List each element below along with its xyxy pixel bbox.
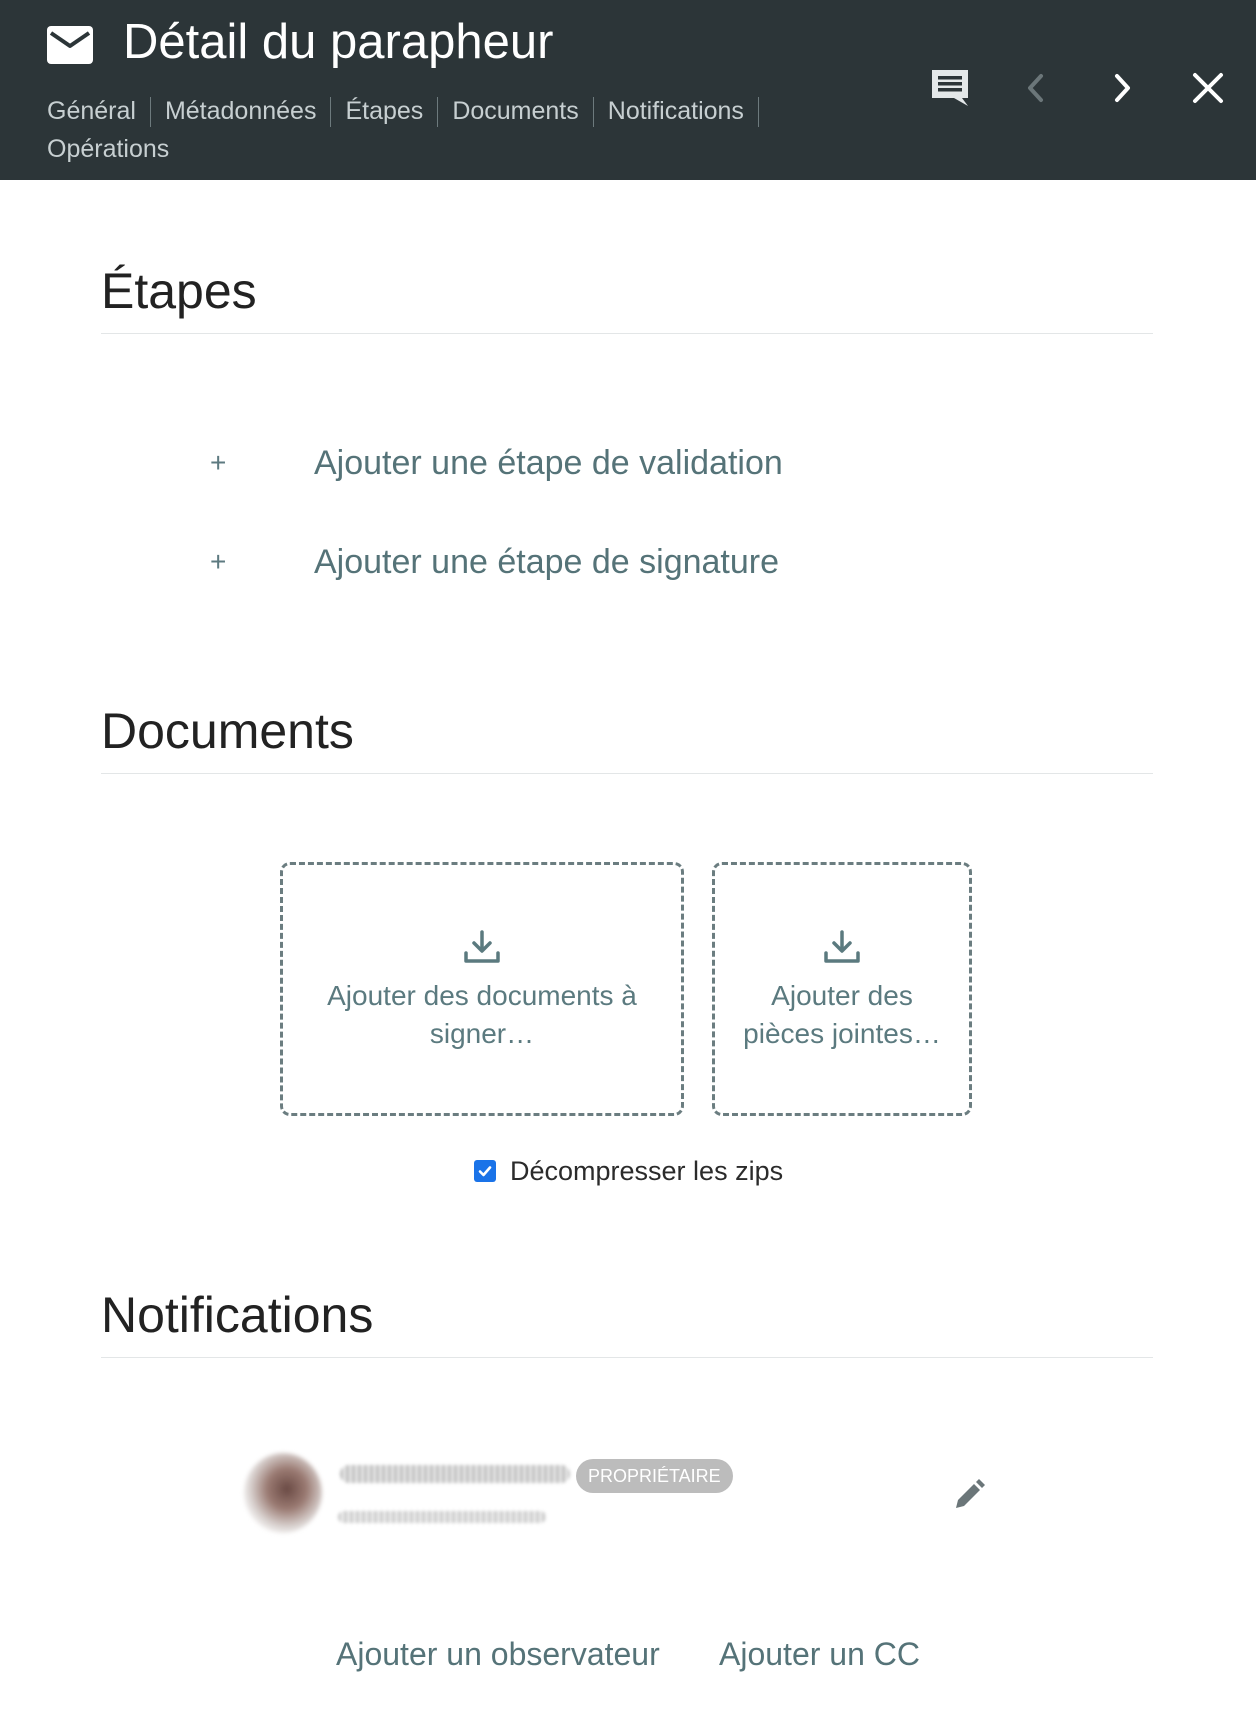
- nav-separator: [437, 97, 439, 128]
- add-signature-step-button[interactable]: + Ajouter une étape de signature: [210, 537, 779, 587]
- nav-separator: [757, 97, 759, 128]
- add-attachments-label-line2: pièces jointes…: [743, 1018, 941, 1049]
- add-attachments-dropzone[interactable]: Ajouter des pièces jointes…: [712, 862, 972, 1116]
- section-divider: [101, 333, 1153, 334]
- download-icon: [464, 930, 500, 963]
- owner-email-redacted: [338, 1511, 546, 1523]
- next-button[interactable]: [1096, 62, 1148, 114]
- add-documents-dropzone[interactable]: Ajouter des documents à signer…: [280, 862, 684, 1116]
- add-observer-link[interactable]: Ajouter un observateur: [336, 1636, 660, 1673]
- nav-separator: [592, 97, 594, 128]
- add-validation-step-button[interactable]: + Ajouter une étape de validation: [210, 438, 783, 488]
- download-icon: [824, 930, 860, 963]
- add-cc-link[interactable]: Ajouter un CC: [719, 1636, 920, 1673]
- chevron-left-icon: [1028, 74, 1043, 102]
- close-icon: [1193, 73, 1223, 103]
- nav-notifications[interactable]: Notifications: [608, 97, 744, 125]
- pencil-icon: [956, 1479, 985, 1508]
- unzip-label[interactable]: Décompresser les zips: [510, 1156, 783, 1187]
- plus-icon: +: [210, 546, 227, 577]
- owner-name-redacted: [340, 1465, 570, 1483]
- header-bar: Détail du parapheur Général Métadonnées Ét…: [0, 0, 1256, 180]
- previous-button[interactable]: [1010, 62, 1062, 114]
- nav-operations[interactable]: Opérations: [47, 135, 169, 163]
- add-validation-step-label: Ajouter une étape de validation: [314, 443, 783, 482]
- edit-owner-button[interactable]: [946, 1472, 992, 1518]
- nav-documents[interactable]: Documents: [452, 97, 578, 125]
- comment-button[interactable]: [924, 62, 976, 114]
- chevron-right-icon: [1115, 74, 1130, 102]
- nav-separator: [330, 97, 332, 128]
- avatar: [244, 1453, 322, 1533]
- mail-icon: [47, 26, 93, 64]
- section-divider: [101, 773, 1153, 774]
- page-title: Détail du parapheur: [123, 15, 554, 69]
- nav-metadonnees[interactable]: Métadonnées: [165, 97, 317, 125]
- unzip-checkbox[interactable]: [474, 1160, 496, 1182]
- add-signature-step-label: Ajouter une étape de signature: [314, 542, 780, 581]
- notifications-title: Notifications: [101, 1287, 374, 1343]
- section-divider: [101, 1357, 1153, 1358]
- add-documents-label-line1: Ajouter des documents à: [327, 980, 637, 1011]
- section-nav: Général Métadonnées Étapes Documents Notific…: [47, 92, 787, 168]
- owner-badge: PROPRIÉTAIRE: [576, 1459, 733, 1493]
- etapes-title: Étapes: [101, 263, 257, 319]
- plus-icon: +: [210, 447, 227, 478]
- add-documents-label: Ajouter des documents à signer…: [327, 977, 637, 1053]
- close-button[interactable]: [1182, 62, 1234, 114]
- comment-icon: [932, 70, 968, 106]
- nav-etapes[interactable]: Étapes: [345, 97, 423, 125]
- nav-separator: [149, 97, 151, 128]
- add-attachments-label: Ajouter des pièces jointes…: [743, 977, 941, 1053]
- documents-title: Documents: [101, 703, 354, 759]
- unzip-option: Décompresser les zips: [474, 1154, 783, 1188]
- nav-general[interactable]: Général: [47, 97, 136, 125]
- add-attachments-label-line1: Ajouter des: [771, 980, 913, 1011]
- checkmark-icon: [478, 1166, 492, 1177]
- add-documents-label-line2: signer…: [429, 1018, 535, 1049]
